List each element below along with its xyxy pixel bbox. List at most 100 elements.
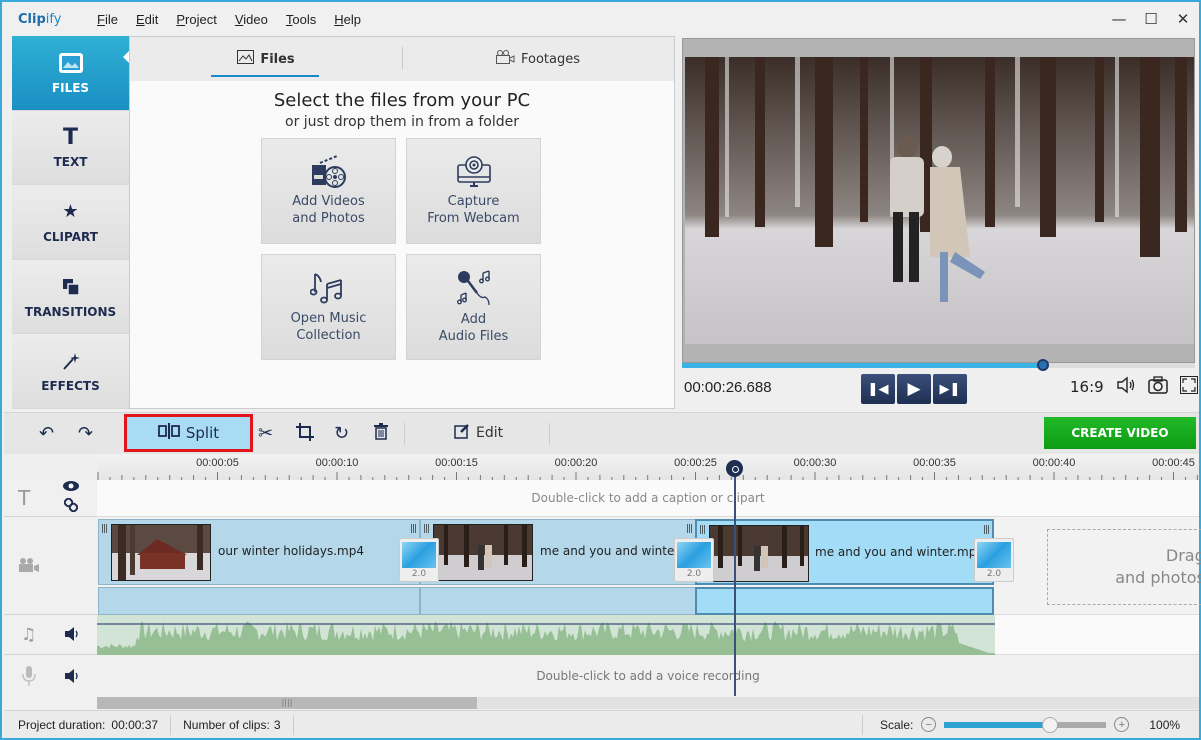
- drop-hint-line2: and photos here: [1115, 568, 1201, 587]
- add-videos-photos-button[interactable]: Add Videos and Photos: [261, 138, 396, 244]
- menu-project[interactable]: Project: [167, 12, 225, 27]
- card-label: Capture: [447, 194, 500, 209]
- transition-duration: 2.0: [686, 569, 702, 579]
- next-button[interactable]: ▶❚: [933, 374, 967, 404]
- drop-hint-line1: Drag clips: [1165, 546, 1201, 565]
- clip-left-handle[interactable]: |||: [101, 524, 108, 534]
- rotate-icon[interactable]: ↻: [334, 423, 349, 444]
- caption-track[interactable]: Double-click to add a caption or clipart: [97, 480, 1199, 517]
- clip-right-handle[interactable]: |||: [686, 524, 693, 534]
- open-music-collection-button[interactable]: Open Music Collection: [261, 254, 396, 360]
- clip-left-handle[interactable]: |||: [699, 525, 706, 535]
- minimize-icon: —: [1111, 10, 1127, 28]
- audio-waveform[interactable]: [97, 615, 997, 655]
- menu-label: ools: [292, 11, 317, 27]
- clip-2-effects-lane[interactable]: [420, 587, 696, 615]
- edit-button[interactable]: Edit: [454, 423, 503, 443]
- clip-1-effects-lane[interactable]: [98, 587, 420, 615]
- split-button[interactable]: Split: [124, 414, 253, 452]
- scale-slider-knob[interactable]: [1041, 716, 1058, 733]
- drop-zone[interactable]: Drag clips and photos here: [1047, 529, 1201, 605]
- capture-webcam-button[interactable]: Capture From Webcam: [406, 138, 541, 244]
- play-button[interactable]: ▶: [897, 374, 931, 404]
- clips-count-value: 3: [273, 717, 281, 732]
- sidebar-item-text[interactable]: T TEXT: [12, 110, 129, 186]
- playhead-handle[interactable]: [726, 460, 743, 477]
- zoom-out-button[interactable]: −: [921, 717, 937, 732]
- clip-thumbnail: [433, 524, 533, 581]
- video-track[interactable]: ||| ||| our winter holidays.mp4 ||| ||| …: [97, 517, 1201, 615]
- image-icon: [237, 50, 255, 68]
- timeline-ruler[interactable]: 00:00:05 00:00:10 00:00:15 00:00:20 00:00:25…: [97, 454, 1199, 480]
- clip-3[interactable]: ||| ||| me and you and winter.mp4: [695, 519, 994, 585]
- voice-volume-icon[interactable]: [64, 668, 80, 687]
- clip-3-effects-lane[interactable]: [695, 587, 994, 615]
- scale-slider[interactable]: [944, 716, 1107, 733]
- fullscreen-icon[interactable]: [1179, 376, 1198, 398]
- sidebar-item-transitions[interactable]: TRANSITIONS: [12, 259, 129, 335]
- clip-left-handle[interactable]: |||: [423, 524, 430, 534]
- snapshot-icon[interactable]: [1147, 376, 1168, 398]
- music-track-header: ♫: [4, 615, 97, 655]
- progress-handle[interactable]: [1037, 359, 1050, 371]
- minimize-button[interactable]: —: [1103, 2, 1135, 36]
- redo-icon[interactable]: ↷: [78, 423, 93, 444]
- player-right-controls: 16:9: [1070, 376, 1198, 398]
- card-label: From Webcam: [427, 211, 520, 226]
- tab-footages[interactable]: Footages: [402, 37, 674, 81]
- transition-2[interactable]: 2.0: [674, 538, 714, 582]
- undo-icon[interactable]: ↶: [39, 423, 54, 444]
- panel-tabs: Files Footages: [130, 37, 674, 81]
- menu-video[interactable]: Video: [226, 12, 277, 27]
- scrollbar-thumb[interactable]: ||||: [97, 697, 477, 709]
- crop-icon[interactable]: [296, 423, 314, 446]
- previous-button[interactable]: ❚◀: [861, 374, 895, 404]
- menu-mnemonic: E: [135, 11, 145, 27]
- transition-3[interactable]: 2.0: [974, 538, 1014, 582]
- timecode: 00:00:26.688: [684, 379, 772, 396]
- voice-track[interactable]: Double-click to add a voice recording: [97, 655, 1199, 697]
- sidebar-item-clipart[interactable]: ★ CLIPART: [12, 185, 129, 260]
- link-icon[interactable]: [63, 497, 79, 515]
- clips-count-label: Number of clips:: [183, 717, 270, 732]
- add-audio-files-button[interactable]: Add Audio Files: [406, 254, 541, 360]
- close-button[interactable]: ✕: [1167, 2, 1199, 36]
- scissors-icon[interactable]: ✂: [258, 423, 273, 444]
- card-label: Add Videos: [292, 194, 365, 209]
- aspect-ratio-button[interactable]: 16:9: [1070, 378, 1104, 396]
- menu-file[interactable]: File: [88, 12, 127, 27]
- timeline-scrollbar[interactable]: ||||: [97, 697, 1199, 709]
- maximize-button[interactable]: ☐: [1135, 2, 1167, 36]
- panel-heading: Select the files from your PC: [273, 90, 531, 111]
- create-video-button[interactable]: CREATE VIDEO: [1044, 417, 1196, 449]
- clip-1[interactable]: ||| ||| our winter holidays.mp4: [98, 519, 420, 585]
- menu-tools[interactable]: Tools: [277, 12, 325, 27]
- zoom-in-button[interactable]: +: [1114, 717, 1130, 732]
- clip-name: our winter holidays.mp4: [218, 544, 364, 558]
- sidebar-item-files[interactable]: FILES: [12, 36, 129, 111]
- card-label: Collection: [296, 328, 361, 343]
- menu-label: roject: [185, 11, 217, 27]
- menu-edit[interactable]: Edit: [127, 12, 167, 27]
- music-volume-icon[interactable]: [64, 626, 80, 645]
- sidebar-item-effects[interactable]: EFFECTS: [12, 334, 129, 409]
- split-label: Split: [185, 424, 220, 442]
- transition-1[interactable]: 2.0: [399, 538, 439, 582]
- film-reel-icon: [311, 155, 346, 188]
- minus-icon: −: [925, 718, 933, 731]
- video-preview[interactable]: [682, 38, 1195, 363]
- menu-help[interactable]: Help: [325, 12, 370, 27]
- music-track[interactable]: [97, 615, 1199, 655]
- voice-track-header: [4, 655, 97, 697]
- volume-icon[interactable]: [1116, 376, 1136, 398]
- playback-progress[interactable]: [682, 359, 1195, 371]
- clip-right-handle[interactable]: |||: [983, 525, 990, 535]
- app-logo: Clipify: [18, 12, 88, 27]
- ruler-tick-label: 00:00:20: [554, 457, 598, 469]
- sidebar-item-label: TRANSITIONS: [24, 304, 117, 319]
- clip-thumbnail: [111, 524, 211, 581]
- clip-2[interactable]: ||| ||| me and you and winter.mp4: [420, 519, 696, 585]
- clip-right-handle[interactable]: |||: [410, 524, 417, 534]
- delete-icon[interactable]: [374, 423, 388, 445]
- visibility-eye-icon[interactable]: [62, 480, 80, 495]
